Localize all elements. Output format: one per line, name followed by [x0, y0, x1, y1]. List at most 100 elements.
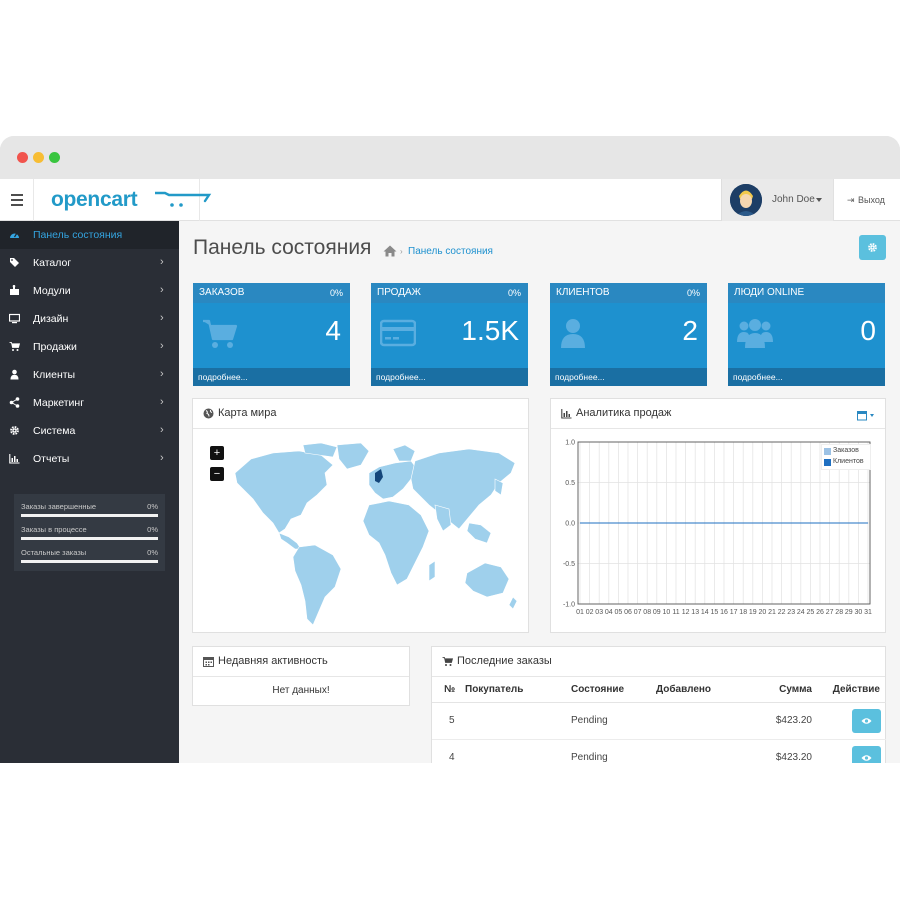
world-map-panel: Карта мира + −	[192, 398, 529, 633]
column-header[interactable]: Действие	[826, 677, 886, 703]
more-link[interactable]: подробнее...	[555, 372, 605, 382]
home-icon[interactable]	[383, 245, 397, 257]
order-date	[656, 739, 741, 763]
stat-percent: 0%	[147, 502, 158, 511]
x-tick-label: 21	[768, 609, 776, 616]
more-link[interactable]: подробнее...	[198, 372, 248, 382]
calendar-dropdown-icon[interactable]	[857, 408, 877, 426]
x-tick-label: 25	[807, 609, 815, 616]
x-tick-label: 29	[845, 609, 853, 616]
tile-percent: 0%	[329, 288, 343, 298]
zoom-out-button[interactable]: −	[210, 467, 224, 481]
x-tick-label: 01	[576, 609, 584, 616]
x-tick-label: 19	[749, 609, 757, 616]
sidebar-item-reports[interactable]: Отчеты ›	[0, 445, 179, 473]
globe-icon	[203, 408, 214, 422]
credit-card-icon	[380, 319, 416, 347]
close-window-button[interactable]	[17, 152, 28, 163]
logo[interactable]: opencart	[34, 179, 212, 221]
sidebar-item-modules[interactable]: Модули ›	[0, 277, 179, 305]
empty-state-message: Нет данных!	[272, 685, 330, 696]
progress-bar	[21, 560, 158, 563]
admin-app: opencart John Doe ⇥ Выход Панель состоян…	[0, 179, 900, 763]
column-header[interactable]: Добавлено	[656, 677, 741, 703]
x-tick-label: 07	[634, 609, 642, 616]
maximize-window-button[interactable]	[49, 152, 60, 163]
chevron-down-icon	[816, 198, 822, 202]
cart-icon	[203, 319, 238, 348]
logo-cart-icon	[155, 191, 212, 207]
sidebar-item-marketing[interactable]: Маркетинг ›	[0, 389, 179, 417]
tile-value: 0	[860, 315, 876, 346]
order-id: 5	[432, 702, 465, 740]
eye-icon	[861, 717, 872, 724]
chevron-right-icon: ›	[160, 396, 164, 408]
more-link[interactable]: подробнее...	[376, 372, 426, 382]
x-tick-label: 05	[615, 609, 623, 616]
cart-icon	[9, 341, 21, 352]
x-tick-label: 02	[586, 609, 594, 616]
column-header[interactable]: Покупатель	[465, 677, 571, 703]
chevron-right-icon: ›	[160, 312, 164, 324]
column-header[interactable]: №	[432, 677, 465, 703]
sidebar-item-design[interactable]: Дизайн ›	[0, 305, 179, 333]
sidebar-item-system[interactable]: Система ›	[0, 417, 179, 445]
x-tick-label: 14	[701, 609, 709, 616]
calendar-icon	[203, 656, 214, 670]
order-total: $423.20	[741, 702, 826, 740]
sales-analytics-panel: Аналитика продаж 1.0 0.5 0.0 -0.5 -1.0 01 02 03…	[550, 398, 886, 633]
zoom-in-button[interactable]: +	[210, 446, 224, 460]
logout-button[interactable]: ⇥ Выход	[833, 179, 900, 221]
puzzle-icon	[9, 284, 20, 296]
users-icon	[737, 319, 773, 348]
x-tick-label: 24	[797, 609, 805, 616]
browser-window: opencart John Doe ⇥ Выход Панель состоян…	[0, 136, 900, 763]
cart-icon	[442, 656, 454, 670]
stat-completed-orders: Заказы завершенные 0%	[21, 502, 158, 524]
order-stats: Заказы завершенные 0% Заказы в процессе …	[14, 494, 165, 571]
sidebar-item-catalog[interactable]: Каталог ›	[0, 249, 179, 277]
tile-percent: 0%	[686, 288, 700, 298]
column-header[interactable]: Состояние	[571, 677, 656, 703]
main-content: Панель состояния › Панель состояния ЗАКА…	[179, 221, 900, 763]
view-order-button[interactable]	[852, 745, 881, 763]
bar-chart-icon	[561, 408, 572, 422]
sidebar-item-label: Модули	[33, 285, 71, 297]
sidebar-item-dashboard[interactable]: Панель состояния	[0, 221, 179, 249]
view-order-button[interactable]	[852, 708, 881, 733]
column-header[interactable]: Сумма	[741, 677, 826, 703]
tile-customers: КЛИЕНТОВ 0% 2 подробнее...	[550, 283, 707, 386]
share-icon	[9, 397, 20, 408]
progress-bar	[21, 514, 158, 517]
order-customer	[465, 702, 571, 740]
order-date	[656, 702, 741, 740]
minimize-window-button[interactable]	[33, 152, 44, 163]
user-icon	[9, 369, 20, 380]
world-map[interactable]	[229, 439, 519, 629]
stat-label: Заказы в процессе	[21, 525, 87, 534]
table-header-row: № Покупатель Состояние Добавлено Сумма Д…	[432, 677, 886, 703]
breadcrumb[interactable]: Панель состояния	[408, 246, 493, 257]
x-tick-label: 18	[739, 609, 747, 616]
sidebar-item-customers[interactable]: Клиенты ›	[0, 361, 179, 389]
more-link[interactable]: подробнее...	[733, 372, 783, 382]
menu-toggle-icon[interactable]	[0, 179, 34, 221]
settings-button[interactable]	[859, 235, 886, 260]
bar-chart-icon	[9, 453, 20, 464]
chevron-right-icon: ›	[160, 368, 164, 380]
stat-processing-orders: Заказы в процессе 0%	[21, 525, 158, 547]
y-tick-label: -1.0	[563, 602, 575, 609]
sidebar-item-label: Маркетинг	[33, 397, 85, 409]
tile-title: ЛЮДИ ONLINE	[734, 287, 805, 298]
stat-percent: 0%	[147, 525, 158, 534]
legend-item-customers: Клиентов	[824, 458, 872, 468]
sidebar-item-label: Панель состояния	[33, 229, 123, 241]
x-tick-label: 27	[826, 609, 834, 616]
tile-percent: 0%	[507, 288, 521, 298]
x-tick-label: 12	[682, 609, 690, 616]
x-tick-label: 23	[787, 609, 795, 616]
sidebar-item-sales[interactable]: Продажи ›	[0, 333, 179, 361]
chevron-right-icon: ›	[160, 256, 164, 268]
user-menu[interactable]: John Doe	[721, 179, 833, 221]
y-tick-label: -0.5	[563, 561, 575, 568]
